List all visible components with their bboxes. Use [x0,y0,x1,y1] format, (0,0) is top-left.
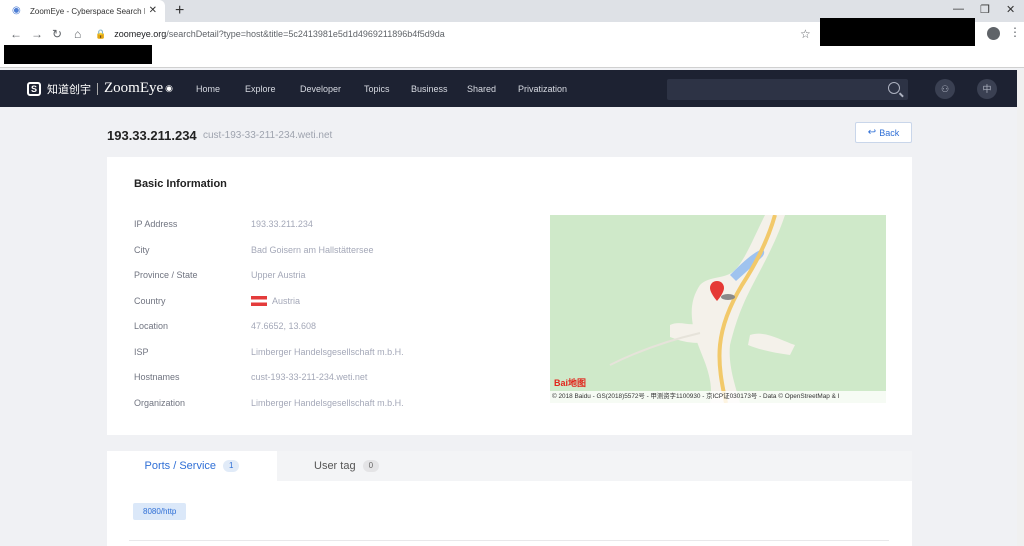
tab-label: Ports / Service [144,460,217,472]
back-arrow-icon[interactable]: ← [10,27,22,41]
location-map[interactable]: Bai地图 © 2018 Baidu - GS(2018)5572号 - 甲测资… [550,215,886,403]
forward-arrow-icon[interactable]: → [31,27,43,41]
austria-flag-icon [251,296,267,306]
close-tab-icon[interactable]: ✕ [149,5,157,16]
back-button-label: Back [879,127,900,138]
info-value: cust-193-33-211-234.weti.net [251,372,368,382]
nav-developer[interactable]: Developer [300,84,341,94]
nav-explore[interactable]: Explore [245,84,276,94]
ports-tabs-card: Ports / Service 1 User tag 0 8080/http [107,451,912,546]
tab-ports-service[interactable]: Ports / Service 1 [107,451,277,481]
lock-icon: 🔒 [95,28,107,39]
reload-icon[interactable]: ↻ [52,27,62,41]
nav-home[interactable]: Home [196,84,220,94]
info-value-country: Austria [251,296,300,306]
eye-icon: ◉ [165,83,174,93]
bookmark-bar [0,46,1024,68]
menu-kebab-icon[interactable]: ⋮ [1009,25,1021,39]
info-label: ISP [134,347,149,357]
logo-en-text: ZoomEye [104,80,164,96]
info-label: Country [134,296,166,306]
info-value: Upper Austria [251,270,306,280]
map-attribution: © 2018 Baidu - GS(2018)5572号 - 甲测资字11009… [550,391,886,403]
url-path: /searchDetail?type=host&title=5c2413981e… [166,29,445,39]
nav-shared[interactable]: Shared [467,84,496,94]
user-icon[interactable]: ⚇ [935,79,955,99]
window-close-icon[interactable]: ✕ [1006,3,1015,16]
site-navbar: S 知道创宇 ZoomEye ◉ Home Explore Developer … [0,70,1024,107]
search-icon[interactable] [888,82,900,94]
info-label: City [134,245,150,255]
redacted-block [820,18,975,46]
basic-info-title: Basic Information [134,178,227,190]
info-value: 47.6652, 13.608 [251,321,317,331]
new-tab-icon[interactable]: + [175,2,184,20]
browser-tab-title: ZoomEye - Cyberspace Search En [30,6,145,16]
baidu-map-logo: Bai地图 [554,378,587,388]
map-marker-icon[interactable] [710,281,724,301]
zoomeye-favicon-icon: ◉ [12,5,21,16]
tab-count-badge: 1 [223,460,240,472]
page-title-ip: 193.33.211.234 [107,128,197,143]
info-label: IP Address [134,219,178,229]
address-bar[interactable]: 🔒 zoomeye.org /searchDetail?type=host&ti… [95,25,815,43]
nav-privatization[interactable]: Privatization [518,84,567,94]
back-arrow-icon: ↩ [867,127,877,138]
info-label: Province / State [134,270,198,280]
country-name: Austria [272,296,301,306]
port-badge[interactable]: 8080/http [133,503,187,520]
divider [129,540,889,541]
info-value: 193.33.211.234 [251,219,313,229]
logo-divider [97,82,98,95]
home-icon[interactable]: ⌂ [74,27,81,41]
tab-user-tag[interactable]: User tag 0 [314,451,380,481]
map-terrain [550,215,886,403]
restore-icon[interactable]: ❐ [980,3,990,16]
nav-business[interactable]: Business [411,84,448,94]
page-scrollbar[interactable] [1017,70,1024,546]
info-label: Organization [134,398,186,408]
language-toggle[interactable]: 中 [977,79,997,99]
back-button[interactable]: ↩ Back [855,122,912,143]
browser-tab[interactable]: ◉ ZoomEye - Cyberspace Search En ✕ [0,0,165,22]
logo-mark-icon: S [27,81,41,96]
info-value: Bad Goisern am Hallstättersee [251,245,374,255]
logo-cn-text: 知道创宇 [47,83,91,96]
redacted-block [4,45,152,64]
info-value: Limberger Handelsgesellschaft m.b.H. [251,347,404,357]
tab-count-badge: 0 [362,460,380,472]
minimize-icon[interactable]: — [953,3,964,15]
zoomeye-logo[interactable]: S 知道创宇 ZoomEye ◉ [27,80,173,97]
basic-info-card: Basic Information IP Address 193.33.211.… [107,157,912,435]
bookmark-star-icon[interactable]: ☆ [800,27,811,41]
url-host: zoomeye.org [114,29,167,39]
tab-label: User tag [314,460,356,472]
tabs-bar: Ports / Service 1 User tag 0 [107,451,912,481]
profile-avatar-icon[interactable] [987,27,1000,40]
info-value: Limberger Handelsgesellschaft m.b.H. [251,398,404,408]
page-title-hostname: cust-193-33-211-234.weti.net [203,130,333,141]
info-label: Hostnames [134,372,180,382]
site-search-input[interactable] [667,79,908,100]
info-label: Location [134,321,169,331]
nav-topics[interactable]: Topics [364,84,390,94]
